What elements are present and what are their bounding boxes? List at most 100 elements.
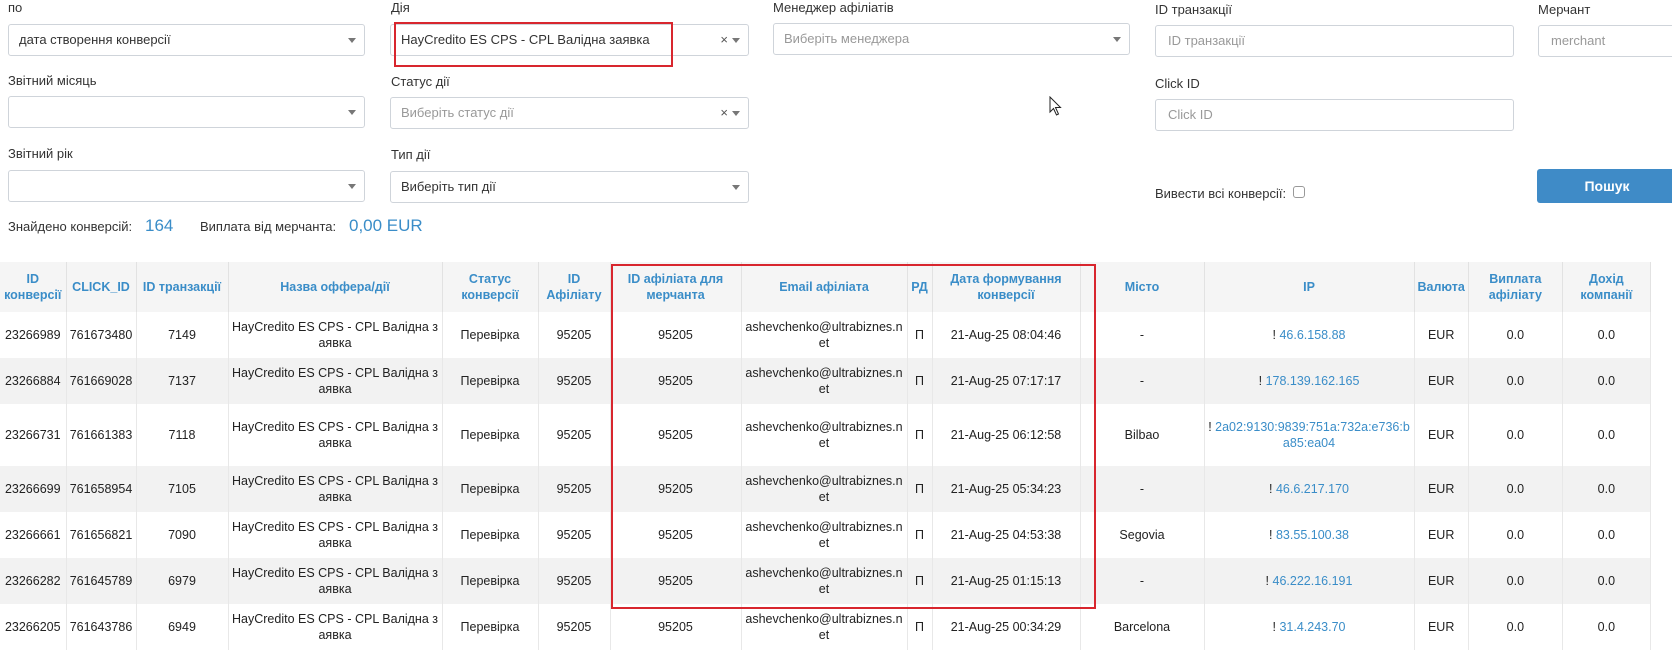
ip-link[interactable]: 46.222.16.191 bbox=[1273, 574, 1353, 588]
click-id-input[interactable]: Click ID bbox=[1155, 99, 1514, 131]
cell-city: Segovia bbox=[1080, 512, 1205, 558]
transaction-placeholder: ID транзакції bbox=[1168, 33, 1246, 48]
cell-transaction-id: 6949 bbox=[136, 604, 229, 650]
cell-affiliate-id: 95205 bbox=[538, 466, 611, 512]
ip-link[interactable]: 178.139.162.165 bbox=[1266, 374, 1360, 388]
payout-value: 0,00 EUR bbox=[349, 216, 423, 235]
cell-offer-name: HayCredito ES CPS - CPL Валідна заявка bbox=[228, 404, 443, 466]
col-header-currency[interactable]: Валюта bbox=[1414, 262, 1469, 312]
manager-select[interactable]: Виберіть менеджера bbox=[773, 23, 1130, 55]
report-month-select[interactable] bbox=[8, 96, 365, 128]
ip-link[interactable]: 83.55.100.38 bbox=[1276, 528, 1349, 542]
cell-city: - bbox=[1080, 558, 1205, 604]
action-type-select[interactable]: Виберіть тип дії bbox=[390, 171, 749, 203]
ip-flag: ! bbox=[1272, 328, 1276, 342]
table-row[interactable]: 23266205 761643786 6949 HayCredito ES CPS -… bbox=[0, 604, 1651, 650]
cell-currency: EUR bbox=[1414, 466, 1469, 512]
cell-affiliate-id: 95205 bbox=[538, 312, 611, 358]
table-row[interactable]: 23266699 761658954 7105 HayCredito ES CPS -… bbox=[0, 466, 1651, 512]
cell-conversion-date: 21-Aug-25 04:53:38 bbox=[932, 512, 1081, 558]
report-year-select[interactable] bbox=[8, 170, 365, 202]
col-header-city[interactable]: Місто bbox=[1080, 262, 1205, 312]
manager-label: Менеджер афіліатів bbox=[773, 0, 894, 15]
ip-link[interactable]: 46.6.158.88 bbox=[1279, 328, 1345, 342]
cell-conversion-status: Перевірка bbox=[442, 604, 539, 650]
cell-affiliate-email: ashevchenko@ultrabiznes.net bbox=[741, 466, 908, 512]
col-header-company-revenue[interactable]: Дохід компанії bbox=[1562, 262, 1651, 312]
ip-link[interactable]: 46.6.217.170 bbox=[1276, 482, 1349, 496]
clear-icon[interactable]: × bbox=[720, 25, 728, 55]
by-label: по bbox=[8, 0, 23, 15]
by-select[interactable]: дата створення конверсії bbox=[8, 24, 365, 56]
cell-affiliate-merchant-id: 95205 bbox=[610, 604, 742, 650]
cell-affiliate-merchant-id: 95205 bbox=[610, 466, 742, 512]
col-header-conversion-id[interactable]: ID конверсії bbox=[0, 262, 67, 312]
cell-affiliate-merchant-id: 95205 bbox=[610, 312, 742, 358]
cell-affiliate-payout: 0.0 bbox=[1468, 558, 1563, 604]
cell-offer-name: HayCredito ES CPS - CPL Валідна заявка bbox=[228, 558, 443, 604]
ip-link[interactable]: 2a02:9130:9839:751a:732a:e736:ba85:ea04 bbox=[1215, 420, 1410, 450]
action-status-select[interactable]: Виберіть статус дії × bbox=[390, 97, 749, 129]
cell-affiliate-id: 95205 bbox=[538, 604, 611, 650]
cell-conversion-id: 23266989 bbox=[0, 312, 67, 358]
col-header-click-id[interactable]: CLICK_ID bbox=[66, 262, 137, 312]
transaction-label: ID транзакції bbox=[1155, 2, 1233, 17]
col-header-transaction-id[interactable]: ID транзакції bbox=[136, 262, 229, 312]
table-row[interactable]: 23266282 761645789 6979 HayCredito ES CPS -… bbox=[0, 558, 1651, 604]
cell-currency: EUR bbox=[1414, 312, 1469, 358]
col-header-conversion-status[interactable]: Статус конверсії bbox=[442, 262, 539, 312]
cell-conversion-id: 23266699 bbox=[0, 466, 67, 512]
action-select-value: HayCredito ES CPS - CPL Валідна заявка bbox=[401, 32, 650, 47]
col-header-affiliate-merchant-id[interactable]: ID афіліата для мерчанта bbox=[610, 262, 742, 312]
table-row[interactable]: 23266989 761673480 7149 HayCredito ES CPS -… bbox=[0, 312, 1651, 358]
search-button[interactable]: Пошук bbox=[1537, 169, 1672, 203]
table-row[interactable]: 23266884 761669028 7137 HayCredito ES CPS -… bbox=[0, 358, 1651, 404]
chevron-down-icon bbox=[732, 185, 740, 190]
cell-affiliate-payout: 0.0 bbox=[1468, 358, 1563, 404]
cell-click-id: 761656821 bbox=[66, 512, 137, 558]
cell-transaction-id: 7118 bbox=[136, 404, 229, 466]
col-header-affiliate-payout[interactable]: Виплата афіліату bbox=[1468, 262, 1563, 312]
action-type-placeholder: Виберіть тип дії bbox=[401, 179, 496, 194]
report-year-label: Звітний рік bbox=[8, 146, 73, 161]
chevron-down-icon bbox=[1113, 37, 1121, 42]
show-all-checkbox[interactable] bbox=[1293, 186, 1305, 198]
action-select[interactable]: HayCredito ES CPS - CPL Валідна заявка × bbox=[390, 24, 749, 56]
cell-company-revenue: 0.0 bbox=[1562, 604, 1651, 650]
chevron-down-icon bbox=[732, 111, 740, 116]
col-header-ip[interactable]: IP bbox=[1204, 262, 1415, 312]
table-row[interactable]: 23266731 761661383 7118 HayCredito ES CPS -… bbox=[0, 404, 1651, 466]
col-header-offer-name[interactable]: Назва оффера/дії bbox=[228, 262, 443, 312]
cell-click-id: 761645789 bbox=[66, 558, 137, 604]
cell-city: Barcelona bbox=[1080, 604, 1205, 650]
cell-affiliate-email: ashevchenko@ultrabiznes.net bbox=[741, 312, 908, 358]
table-row[interactable]: 23266661 761656821 7090 HayCredito ES CPS -… bbox=[0, 512, 1651, 558]
cell-transaction-id: 7149 bbox=[136, 312, 229, 358]
ip-link[interactable]: 31.4.243.70 bbox=[1279, 620, 1345, 634]
col-header-conversion-date[interactable]: Дата формування конверсії bbox=[932, 262, 1081, 312]
cell-city: - bbox=[1080, 358, 1205, 404]
merchant-input[interactable]: merchant bbox=[1538, 25, 1672, 57]
by-select-value: дата створення конверсії bbox=[19, 32, 171, 47]
ip-flag: ! bbox=[1269, 528, 1273, 542]
cell-rd: П bbox=[907, 466, 933, 512]
merchant-placeholder: merchant bbox=[1551, 33, 1606, 48]
cell-offer-name: HayCredito ES CPS - CPL Валідна заявка bbox=[228, 604, 443, 650]
cell-offer-name: HayCredito ES CPS - CPL Валідна заявка bbox=[228, 312, 443, 358]
transaction-input[interactable]: ID транзакції bbox=[1155, 25, 1514, 57]
cell-affiliate-email: ashevchenko@ultrabiznes.net bbox=[741, 404, 908, 466]
col-header-rd[interactable]: РД bbox=[907, 262, 933, 312]
cell-currency: EUR bbox=[1414, 404, 1469, 466]
cell-ip: ! 178.139.162.165 bbox=[1204, 358, 1415, 404]
col-header-affiliate-id[interactable]: ID Афіліату bbox=[538, 262, 611, 312]
cell-affiliate-payout: 0.0 bbox=[1468, 312, 1563, 358]
cell-conversion-status: Перевірка bbox=[442, 512, 539, 558]
cell-affiliate-payout: 0.0 bbox=[1468, 512, 1563, 558]
cell-company-revenue: 0.0 bbox=[1562, 466, 1651, 512]
ip-flag: ! bbox=[1258, 374, 1263, 388]
cell-conversion-id: 23266205 bbox=[0, 604, 67, 650]
col-header-affiliate-email[interactable]: Email афіліата bbox=[741, 262, 908, 312]
manager-placeholder: Виберіть менеджера bbox=[784, 31, 910, 46]
clear-icon[interactable]: × bbox=[720, 98, 728, 128]
cell-currency: EUR bbox=[1414, 604, 1469, 650]
